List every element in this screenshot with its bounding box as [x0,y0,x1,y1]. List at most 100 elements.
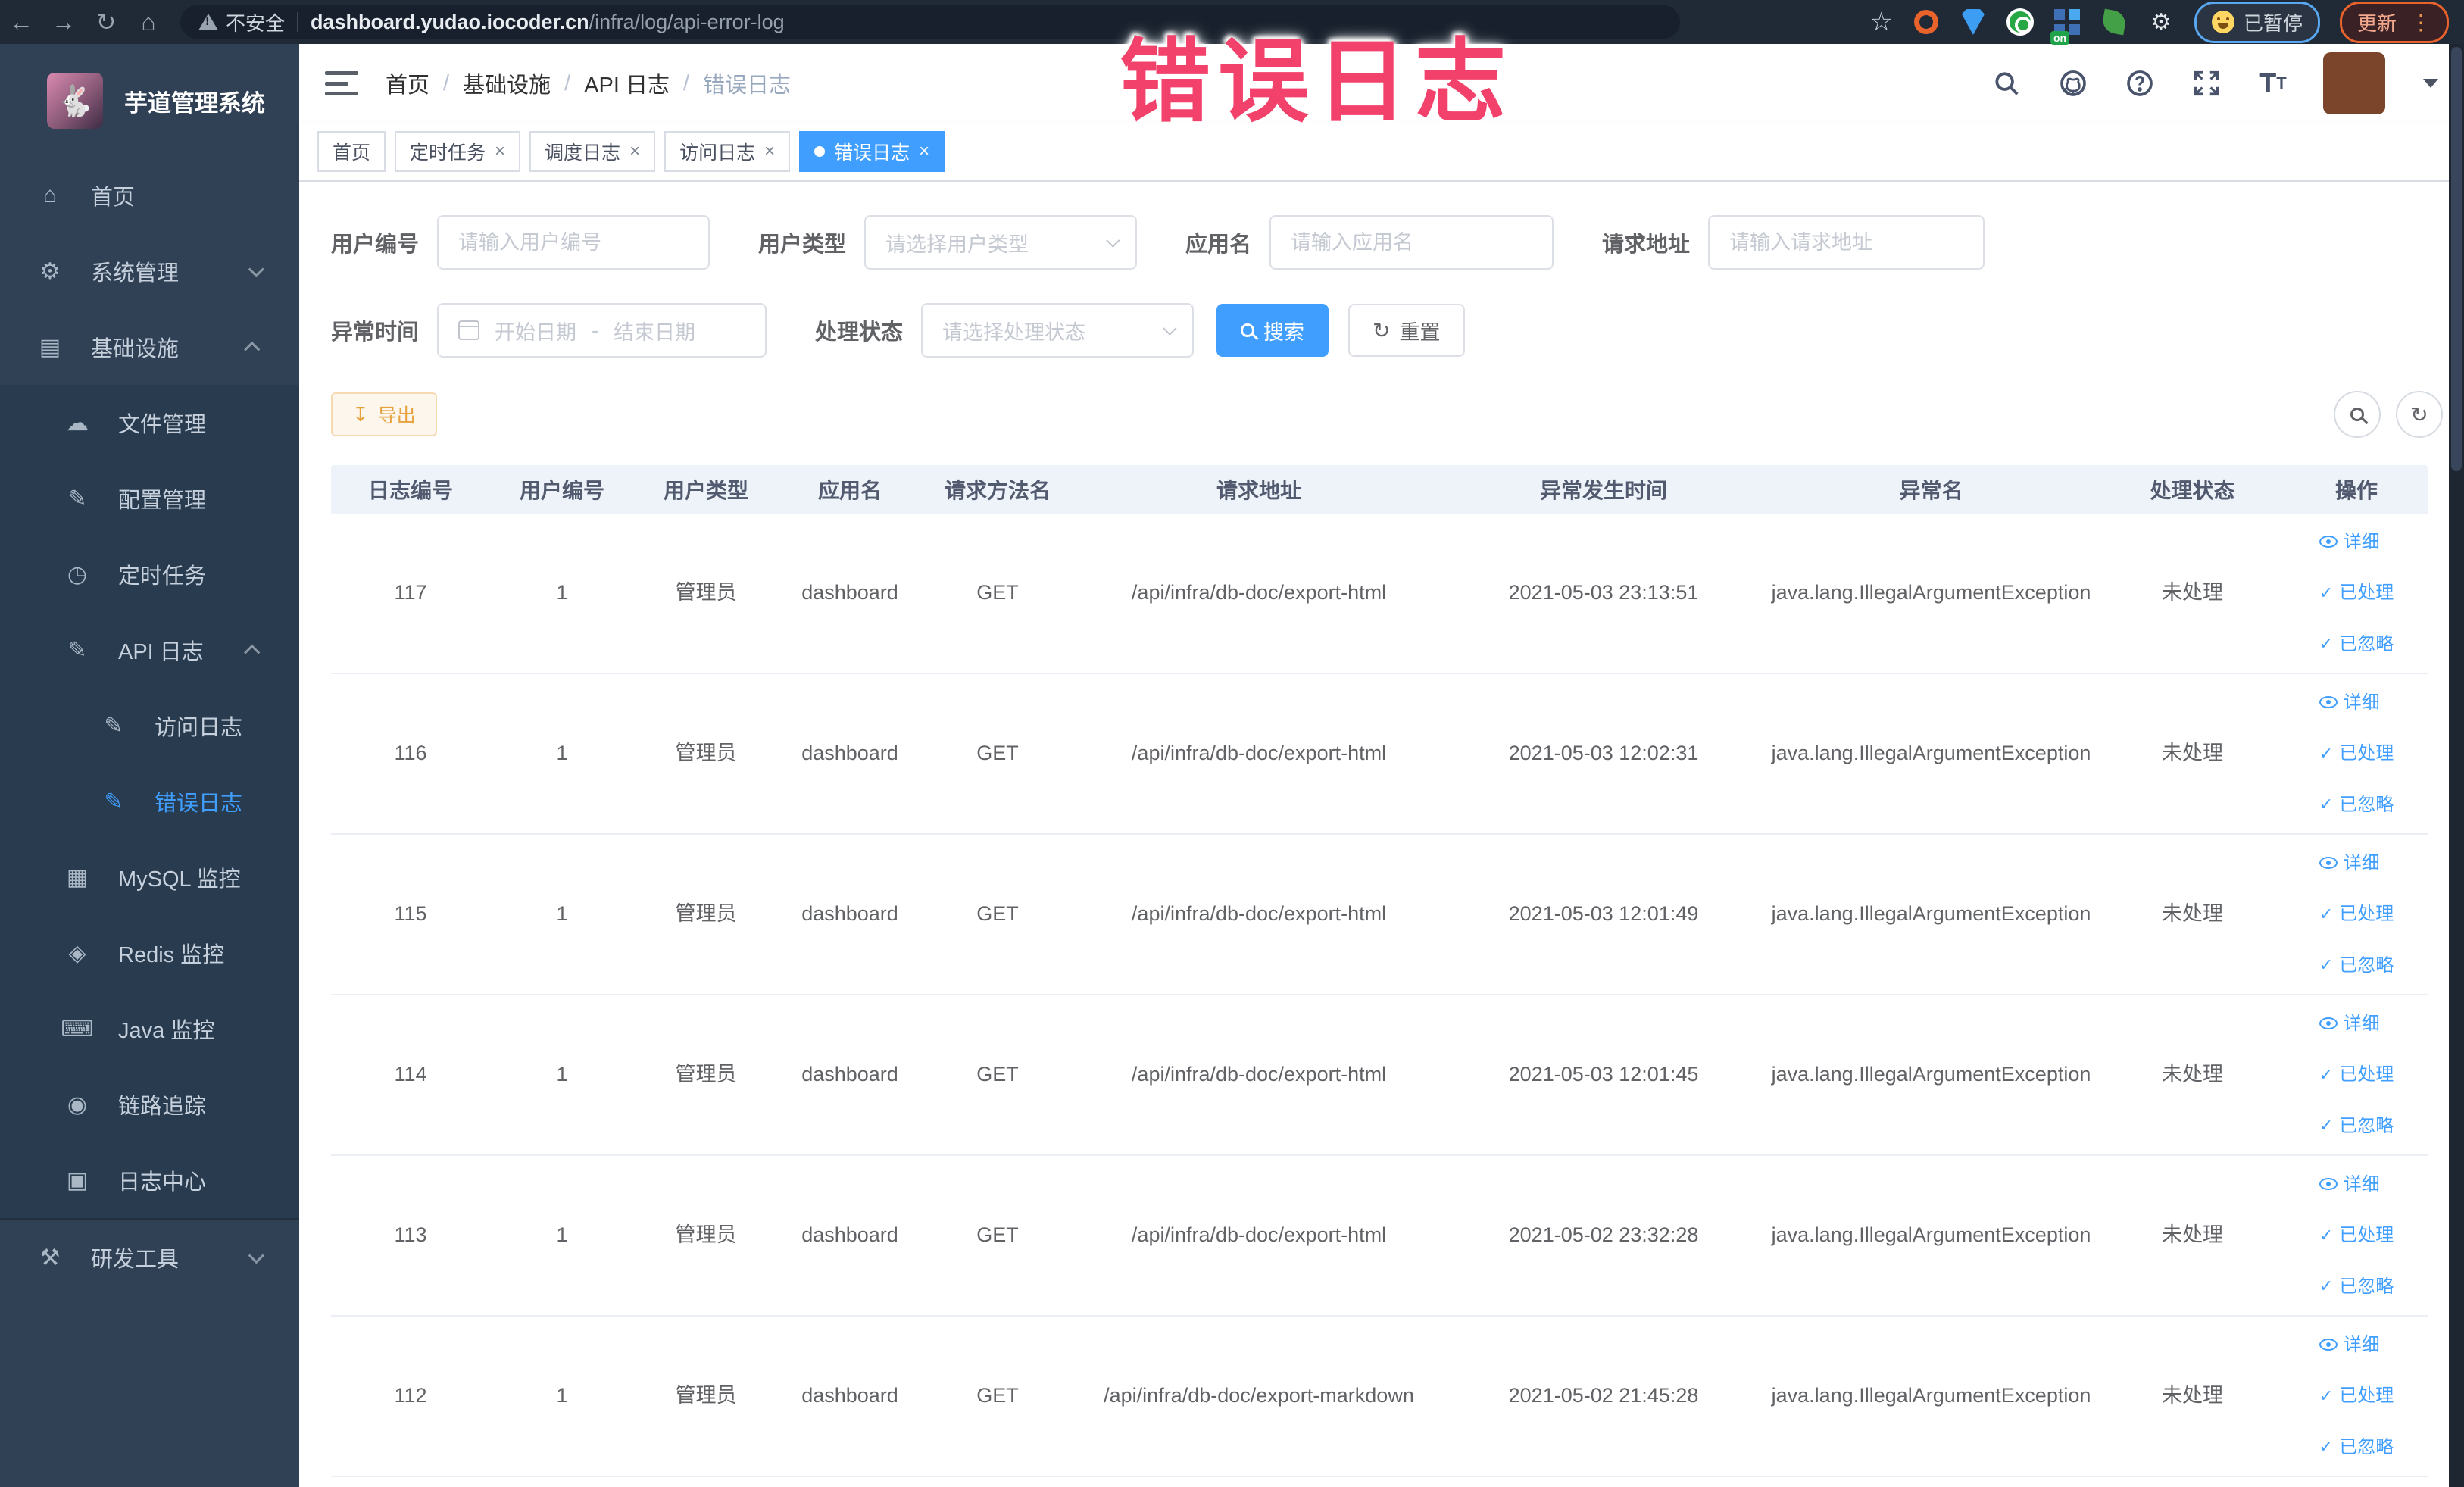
action-ignored-link[interactable]: ✓ 已忽略 [2319,1274,2394,1300]
column-header: 请求地址 [1216,479,1301,502]
tab-0[interactable]: 首页 [317,131,386,172]
sidebar-item-11[interactable]: ⌨ Java 监控 [0,991,299,1067]
process-status-select[interactable]: 请选择处理状态 [921,303,1195,358]
breadcrumb-separator: / [443,70,450,95]
tab-2[interactable]: 调度日志 × [529,131,656,172]
action-processed-link[interactable]: ✓ 已处理 [2319,1062,2394,1088]
tab-3[interactable]: 访问日志 × [664,131,791,172]
sidebar-item-label: MySQL 监控 [118,867,241,892]
request-url-input[interactable] [1708,215,1985,270]
breadcrumb-item[interactable]: 首页 [386,67,429,99]
export-button[interactable]: ↧ 导出 [331,392,437,436]
extension-green-icon[interactable] [2006,8,2034,36]
sidebar-item-label: 错误日志 [155,792,243,816]
app-name-input[interactable] [1269,215,1554,270]
user-menu-caret-icon[interactable] [2423,79,2438,88]
action-processed-link[interactable]: ✓ 已处理 [2319,741,2394,767]
action-label: 已忽略 [2339,794,2394,815]
bookmark-star-icon[interactable]: ☆ [1869,7,1892,37]
action-ignored-link[interactable]: ✓ 已忽略 [2319,792,2394,818]
sidebar-item-8[interactable]: ✎ 错误日志 [0,764,299,839]
sidebar-item-9[interactable]: ▦ MySQL 监控 [0,839,299,915]
browser-back-button[interactable]: ← [0,5,42,39]
browser-reload-button[interactable]: ↻ [85,5,127,39]
app-name-label: 应用名 [1185,233,1252,257]
action-detail-link[interactable]: 详细 [2319,530,2380,555]
close-icon[interactable]: × [495,141,505,162]
cell-id: 112 [394,1384,427,1407]
action-ignored-link[interactable]: ✓ 已忽略 [2319,1114,2394,1139]
collapse-sidebar-icon[interactable] [325,68,358,98]
extension-leaf-icon[interactable] [2100,8,2128,36]
search-button[interactable]: 搜索 [1216,304,1329,357]
action-detail-link[interactable]: 详细 [2319,851,2380,876]
refresh-button[interactable]: ↻ [2396,391,2443,438]
breadcrumb-item[interactable]: 基础设施 [463,67,551,99]
exception-time-label: 异常时间 [331,320,420,345]
extensions-puzzle-icon[interactable]: ⚙ [2147,8,2175,36]
browser-menu-icon[interactable]: ⋮ [2410,10,2431,35]
sidebar-item-12[interactable]: ◉ 链路追踪 [0,1067,299,1142]
breadcrumb-item[interactable]: API 日志 [584,67,670,99]
paused-badge[interactable]: 已暂停 [2194,1,2320,43]
cell-time: 2021-05-02 23:32:28 [1508,1223,1699,1247]
browser-home-button[interactable]: ⌂ [127,5,170,39]
tab-1[interactable]: 定时任务 × [395,131,521,172]
action-detail-link[interactable]: 详细 [2319,690,2380,716]
sidebar-item-2[interactable]: ▤ 基础设施 [0,309,299,385]
tab-4[interactable]: 错误日志 × [799,131,945,172]
reset-button[interactable]: ↻ 重置 [1348,304,1465,357]
action-ignored-link[interactable]: ✓ 已忽略 [2319,953,2394,979]
tab-label: 错误日志 [834,142,910,164]
close-icon[interactable]: × [764,141,775,162]
sidebar-item-13[interactable]: ▣ 日志中心 [0,1142,299,1218]
sidebar-item-5[interactable]: ◷ 定时任务 [0,536,299,612]
fullscreen-icon[interactable] [2190,67,2223,100]
trace-icon: ◉ [67,1092,88,1117]
cell-exception: java.lang.IllegalArgumentException [1771,742,2091,765]
sidebar-item-7[interactable]: ✎ 访问日志 [0,688,299,764]
update-button[interactable]: 更新 ⋮ [2339,1,2449,43]
action-ignored-link[interactable]: ✓ 已忽略 [2319,1435,2394,1460]
app-logo-row[interactable]: 🐇 芋道管理系统 [0,44,299,158]
cell-user_id: 1 [556,742,568,765]
github-icon[interactable] [2056,67,2090,100]
action-processed-link[interactable]: ✓ 已处理 [2319,580,2394,606]
extension-orange-icon[interactable] [1913,8,1940,36]
sidebar-item-4[interactable]: ✎ 配置管理 [0,461,299,536]
toggle-search-button[interactable] [2334,391,2381,438]
cell-method: GET [976,1063,1019,1086]
cell-user_id: 1 [556,1063,568,1086]
browser-forward-button[interactable]: → [42,5,85,39]
action-processed-link[interactable]: ✓ 已处理 [2319,1383,2394,1409]
security-warning-icon[interactable] [198,14,218,30]
cell-id: 117 [394,581,427,604]
action-label: 详细 [2343,852,2380,873]
sidebar-item-6[interactable]: ✎ API 日志 [0,612,299,688]
sidebar-item-3[interactable]: ☁ 文件管理 [0,385,299,461]
sidebar-item-10[interactable]: ◈ Redis 监控 [0,915,299,991]
table-row: 115 1 管理员 dashboard GET/api/infra/db-doc/exp… [331,835,2428,995]
close-icon[interactable]: × [919,141,929,162]
action-processed-link[interactable]: ✓ 已处理 [2319,901,2394,927]
page-scrollbar[interactable] [2449,44,2464,1487]
help-icon[interactable] [2123,67,2156,100]
action-processed-link[interactable]: ✓ 已处理 [2319,1223,2394,1248]
font-size-icon[interactable]: TT [2256,67,2290,100]
user-id-input[interactable] [437,215,710,270]
cell-user_type: 管理员 [675,1384,737,1407]
extension-shield-icon[interactable] [1960,8,1987,36]
action-detail-link[interactable]: 详细 [2319,1172,2380,1198]
sidebar-item-14[interactable]: ⚒ 研发工具 [0,1220,299,1295]
sidebar-item-1[interactable]: ⚙ 系统管理 [0,233,299,309]
avatar[interactable] [2323,52,2385,114]
action-ignored-link[interactable]: ✓ 已忽略 [2319,632,2394,658]
user-type-select[interactable]: 请选择用户类型 [864,215,1138,270]
extension-grid-icon[interactable]: on [2050,8,2081,45]
sidebar-item-0[interactable]: ⌂ 首页 [0,158,299,233]
close-icon[interactable]: × [629,141,640,162]
action-detail-link[interactable]: 详细 [2319,1011,2380,1037]
action-detail-link[interactable]: 详细 [2319,1332,2380,1358]
search-icon[interactable] [1990,67,2023,100]
exception-time-range-picker[interactable]: 开始日期 - 结束日期 [437,303,767,358]
